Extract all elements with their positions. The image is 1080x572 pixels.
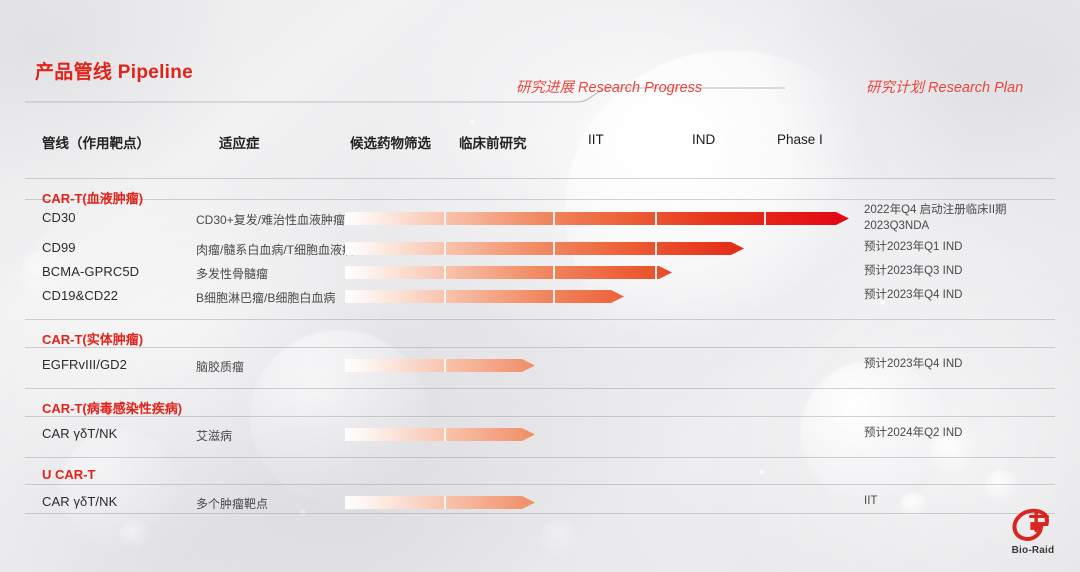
row-pipeline-name: CD30 bbox=[42, 210, 76, 225]
row-indication: 多个肿瘤靶点 bbox=[196, 497, 269, 511]
progress-bar-0-1 bbox=[345, 242, 744, 255]
progress-bar-0-0 bbox=[345, 212, 849, 225]
research-plan-label: 研究计划 Research Plan bbox=[866, 80, 1024, 96]
row-pipeline-name: EGFRvIII/GD2 bbox=[42, 357, 127, 372]
progress-bar-1-0 bbox=[345, 359, 535, 372]
row-research-plan: 2022年Q4 启动注册临床II期 2023Q3NDA bbox=[864, 204, 1007, 232]
table-divider-8 bbox=[25, 513, 1055, 514]
row-research-plan: 预计2024年Q2 IND bbox=[864, 427, 963, 439]
group-header-3: U CAR-T bbox=[42, 467, 96, 482]
progress-bar-3-0 bbox=[345, 496, 535, 509]
research-progress-label: 研究进展 Research Progress bbox=[516, 80, 703, 96]
table-divider-4 bbox=[25, 388, 1055, 389]
company-logo: Bio-Raid bbox=[1002, 508, 1064, 556]
progress-bar-0-2 bbox=[345, 266, 672, 279]
row-indication: B细胞淋巴瘤/B细胞白血病 bbox=[196, 291, 336, 305]
column-header-2: 候选药物筛选 bbox=[350, 136, 431, 151]
group-header-2: CAR-T(病毒感染性疾病) bbox=[42, 401, 183, 416]
row-research-plan: 预计2023年Q4 IND bbox=[864, 289, 963, 301]
column-header-4: IIT bbox=[588, 132, 604, 147]
row-pipeline-name: CD99 bbox=[42, 240, 76, 255]
table-divider-1 bbox=[25, 199, 1055, 200]
table-divider-7 bbox=[25, 484, 1055, 485]
row-indication: 多发性骨髓瘤 bbox=[196, 267, 269, 281]
column-header-5: IND bbox=[692, 132, 716, 147]
row-research-plan: IIT bbox=[864, 495, 878, 507]
table-divider-0 bbox=[25, 178, 1055, 179]
group-header-1: CAR-T(实体肿瘤) bbox=[42, 332, 144, 347]
row-pipeline-name: CAR γδT/NK bbox=[42, 494, 118, 509]
table-divider-2 bbox=[25, 319, 1055, 320]
column-header-6: Phase I bbox=[777, 132, 823, 147]
column-header-3: 临床前研究 bbox=[459, 136, 527, 151]
progress-bar-2-0 bbox=[345, 428, 535, 441]
row-research-plan: 预计2023年Q3 IND bbox=[864, 265, 963, 277]
row-research-plan: 预计2023年Q4 IND bbox=[864, 358, 963, 370]
page-title: 产品管线 Pipeline bbox=[35, 62, 194, 83]
column-header-1: 适应症 bbox=[219, 136, 260, 151]
row-indication: 脑胶质瘤 bbox=[196, 360, 245, 374]
progress-bar-0-3 bbox=[345, 290, 624, 303]
row-pipeline-name: CD19&CD22 bbox=[42, 288, 119, 303]
row-indication: 艾滋病 bbox=[196, 429, 233, 443]
logo-text: Bio-Raid bbox=[1011, 545, 1055, 556]
row-pipeline-name: BCMA-GPRC5D bbox=[42, 264, 140, 279]
table-divider-6 bbox=[25, 457, 1055, 458]
group-header-0: CAR-T(血液肿瘤) bbox=[42, 191, 144, 206]
row-pipeline-name: CAR γδT/NK bbox=[42, 426, 118, 441]
row-indication: 肉瘤/髓系白血病/T细胞血液瘤 bbox=[196, 243, 354, 257]
logo-mark-g-icon bbox=[1012, 508, 1049, 541]
column-header-0: 管线（作用靶点） bbox=[42, 136, 150, 151]
table-divider-3 bbox=[25, 347, 1055, 348]
row-research-plan: 预计2023年Q1 IND bbox=[864, 241, 963, 253]
row-indication: CD30+复发/难治性血液肿瘤 bbox=[196, 213, 346, 227]
